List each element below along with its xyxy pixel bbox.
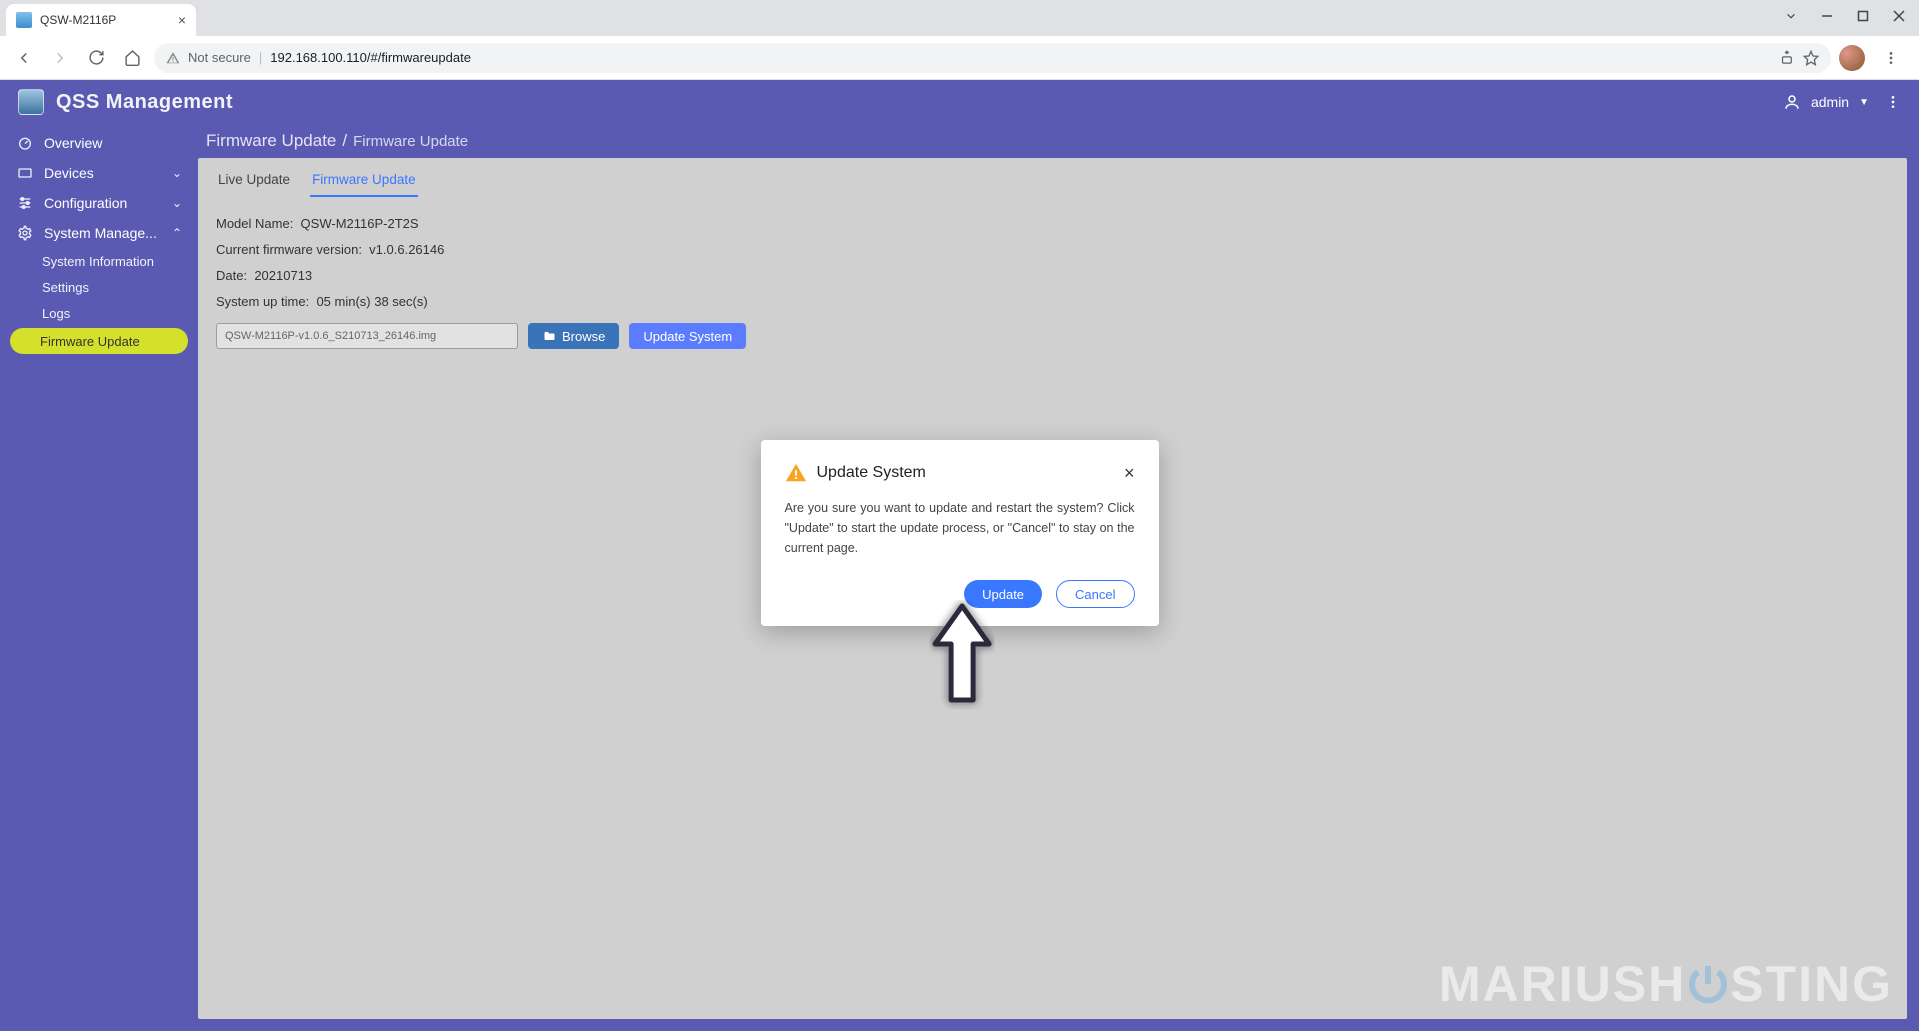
star-icon[interactable] — [1803, 50, 1819, 66]
modal-backdrop: Update System × Are you sure you want to… — [0, 80, 1919, 1031]
home-icon[interactable] — [118, 44, 146, 72]
address-bar: Not secure | 192.168.100.110/#/firmwareu… — [0, 36, 1919, 80]
close-window-icon[interactable] — [1885, 4, 1913, 28]
maximize-icon[interactable] — [1849, 4, 1877, 28]
warning-triangle-icon — [785, 462, 807, 484]
browser-chrome: QSW-M2116P × — [0, 0, 1919, 80]
back-icon[interactable] — [10, 44, 38, 72]
kebab-menu-icon[interactable] — [1877, 44, 1905, 72]
tab-strip: QSW-M2116P × — [0, 0, 1919, 36]
app: QSS Management admin ▼ Overview Devi — [0, 80, 1919, 1031]
security-label: Not secure — [188, 50, 251, 65]
share-icon[interactable] — [1780, 50, 1795, 65]
favicon-icon — [16, 12, 32, 28]
dialog-title: Update System — [817, 464, 926, 482]
url-field[interactable]: Not secure | 192.168.100.110/#/firmwareu… — [154, 43, 1831, 73]
close-tab-icon[interactable]: × — [178, 12, 186, 28]
minimize-icon[interactable] — [1813, 4, 1841, 28]
warning-icon — [166, 51, 180, 65]
dialog-body: Are you sure you want to update and rest… — [785, 498, 1135, 558]
window-controls — [1777, 4, 1913, 28]
reload-icon[interactable] — [82, 44, 110, 72]
profile-avatar[interactable] — [1839, 45, 1865, 71]
close-dialog-icon[interactable]: × — [1124, 463, 1135, 484]
browser-tab[interactable]: QSW-M2116P × — [6, 4, 196, 36]
forward-icon[interactable] — [46, 44, 74, 72]
tab-title: QSW-M2116P — [40, 13, 116, 27]
chevron-down-icon[interactable] — [1777, 4, 1805, 28]
annotation-arrow-icon — [927, 600, 997, 710]
update-system-dialog: Update System × Are you sure you want to… — [761, 440, 1159, 626]
url-text: 192.168.100.110/#/firmwareupdate — [270, 50, 471, 65]
cancel-button[interactable]: Cancel — [1056, 580, 1134, 608]
